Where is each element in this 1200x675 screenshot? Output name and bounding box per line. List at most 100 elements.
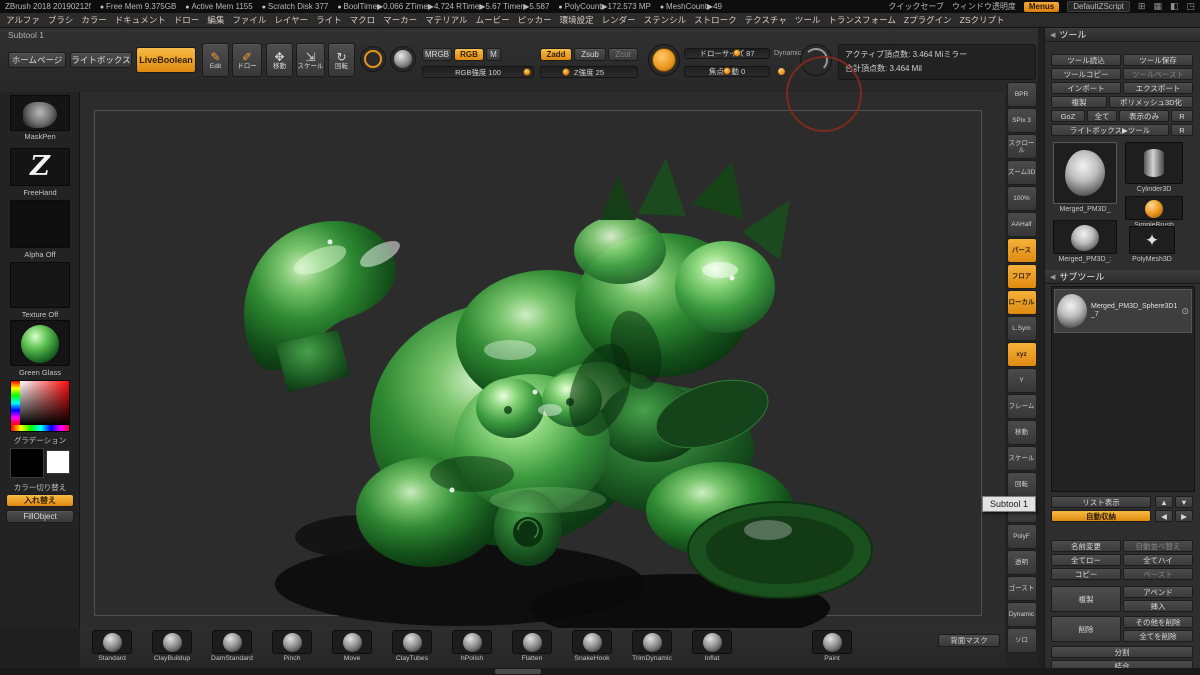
brush-snakehook[interactable]: SnakeHook [564, 630, 620, 666]
m-button[interactable]: M [486, 48, 501, 61]
menu-item-movie[interactable]: ムービー [476, 14, 510, 26]
r-button-2[interactable]: R [1171, 124, 1193, 136]
menu-item-light[interactable]: ライト [316, 14, 342, 26]
y-axis-button[interactable]: Y [1007, 368, 1037, 393]
brush-paint[interactable]: Paint [804, 630, 860, 666]
swap-color-button[interactable]: 入れ替え [6, 494, 74, 507]
brush-claytubes[interactable]: ClayTubes [384, 630, 440, 666]
stroke-preview-icon[interactable] [360, 46, 386, 72]
subtool-left-button[interactable]: ◀ [1155, 510, 1173, 522]
current-brush-thumbnail[interactable] [10, 95, 70, 131]
menu-item-color[interactable]: カラー [81, 14, 107, 26]
rgb-intensity-slider[interactable]: RGB強度 100 [422, 66, 534, 78]
aahalf-button[interactable]: AAHalf [1007, 212, 1037, 237]
menu-item-texture[interactable]: テクスチャ [745, 14, 787, 26]
clone-button[interactable]: 複製 [1051, 96, 1107, 108]
split-view-icon[interactable]: ◧ [1170, 2, 1179, 11]
cylinder3d-thumbnail[interactable] [1125, 142, 1183, 184]
r-button[interactable]: R [1171, 110, 1193, 122]
goz-visible-button[interactable]: 表示のみ [1119, 110, 1169, 122]
dynamic-label[interactable]: Dynamic [774, 50, 801, 57]
draw-size-slider[interactable]: ドローサイズ 87 [684, 48, 770, 59]
save-tool-button[interactable]: ツール保存 [1123, 54, 1193, 66]
brush-standard[interactable]: Standard [84, 630, 140, 666]
tool-palette-header[interactable]: ◀ ツール [1045, 28, 1200, 42]
nav-move-button[interactable]: 移動 [1007, 420, 1037, 445]
menu-item-stencil[interactable]: ステンシル [644, 14, 687, 26]
window-opacity-button[interactable]: ウィンドウ透明度 [952, 1, 1016, 12]
edit-mode-button[interactable]: ✎ Edit [202, 43, 229, 77]
merged-tool-2-thumbnail[interactable] [1053, 220, 1117, 254]
menu-item-brush[interactable]: ブラシ [48, 14, 73, 26]
append-button[interactable]: アペンド [1123, 586, 1193, 598]
subtool-right-button[interactable]: ▶ [1175, 510, 1193, 522]
material-preview-icon[interactable] [390, 46, 416, 72]
menu-item-stroke[interactable]: ストローク [694, 14, 737, 26]
subtool-list[interactable]: Merged_PM3D_Sphere3D1_7 ⊙ [1051, 286, 1195, 492]
brush-move[interactable]: Move [324, 630, 380, 666]
color-picker[interactable] [10, 380, 70, 432]
grid-icon[interactable]: ▦ [1153, 2, 1162, 11]
insert-button[interactable]: 挿入 [1123, 600, 1193, 612]
paste-tool-button[interactable]: ツールペースト [1123, 68, 1193, 80]
spix-button[interactable]: SPix 3 [1007, 108, 1037, 133]
actual-size-button[interactable]: 100% [1007, 186, 1037, 211]
brush-flatten[interactable]: Flatten [504, 630, 560, 666]
all-high-button[interactable]: 全てハイ [1123, 554, 1193, 566]
import-button[interactable]: インポート [1051, 82, 1121, 94]
window-layout-icon[interactable]: ⊞ [1138, 2, 1146, 11]
auto-reorder-button[interactable]: 自動並べ替え [1123, 540, 1193, 552]
polyframe-button[interactable]: PolyF [1007, 524, 1037, 549]
menu-item-render[interactable]: レンダー [602, 14, 636, 26]
lightbox-button[interactable]: ライトボックス [70, 52, 132, 68]
duplicate-button[interactable]: 複製 [1051, 586, 1121, 612]
menu-item-layer[interactable]: レイヤー [274, 14, 308, 26]
transparent-button[interactable]: 透明 [1007, 550, 1037, 575]
subtool-paste-button[interactable]: ペースト [1123, 568, 1193, 580]
polymesh3d-thumbnail[interactable]: ✦ [1129, 226, 1175, 254]
local-button[interactable]: ローカル [1007, 290, 1037, 315]
backface-mask-button[interactable]: 背面マスク [938, 634, 1000, 647]
menu-item-zscript[interactable]: ZSクリプト [960, 14, 1005, 26]
lightbox-to-tool-button[interactable]: ライトボックス▶ツール [1051, 124, 1169, 136]
move-mode-button[interactable]: ✥ 移動 [266, 43, 293, 77]
make-polymesh-button[interactable]: ポリメッシュ3D化 [1109, 96, 1193, 108]
goz-button[interactable]: GoZ [1051, 110, 1085, 122]
gradient-label[interactable]: グラデーション [0, 435, 80, 446]
quick-save-button[interactable]: クイックセーブ [888, 1, 944, 12]
brush-hpolish[interactable]: hPolish [444, 630, 500, 666]
subtool-copy-button[interactable]: コピー [1051, 568, 1121, 580]
mrgb-button[interactable]: MRGB [422, 48, 452, 61]
ghost-button[interactable]: ゴースト [1007, 576, 1037, 601]
perspective-button[interactable]: パース [1007, 238, 1037, 263]
menu-item-marker[interactable]: マーカー [383, 14, 417, 26]
brush-pinch[interactable]: Pinch [264, 630, 320, 666]
hue-strip[interactable] [11, 381, 20, 425]
frame-button[interactable]: フレーム [1007, 394, 1037, 419]
fill-object-button[interactable]: FillObject [6, 510, 74, 523]
live-boolean-button[interactable]: LiveBoolean [136, 47, 196, 73]
zadd-button[interactable]: Zadd [540, 48, 572, 61]
visibility-eye-icon[interactable]: ⊙ [1181, 307, 1189, 315]
current-stroke-thumbnail[interactable]: Z [10, 148, 70, 186]
subtool-collapse-icon[interactable]: ◀ [1050, 273, 1055, 281]
zcut-button[interactable]: Zcut [608, 48, 638, 61]
menu-item-file[interactable]: ファイル [232, 14, 266, 26]
saturation-value-square[interactable] [20, 381, 70, 425]
draw-size-knob[interactable] [733, 49, 741, 57]
z-intensity-slider[interactable]: Z強度 25 [540, 66, 638, 78]
delete-other-button[interactable]: その他を削除 [1123, 616, 1193, 628]
goz-all-button[interactable]: 全て [1087, 110, 1117, 122]
homepage-button[interactable]: ホームページ [8, 52, 66, 68]
list-view-button[interactable]: リスト表示 [1051, 496, 1151, 508]
active-tool-thumbnail[interactable] [1053, 142, 1117, 204]
rename-button[interactable]: 名前変更 [1051, 540, 1121, 552]
brush-trimdynamic[interactable]: TrimDynamic [624, 630, 680, 666]
secondary-color-swatch[interactable] [46, 450, 70, 474]
rotate-mode-button[interactable]: ↻ 回転 [328, 43, 355, 77]
xyz-button[interactable]: xyz [1007, 342, 1037, 367]
rgb-intensity-knob[interactable] [523, 68, 531, 76]
menu-item-transform[interactable]: トランスフォーム [828, 14, 896, 26]
menu-item-alpha[interactable]: アルファ [6, 14, 40, 26]
menu-item-draw[interactable]: ドロー [174, 14, 200, 26]
